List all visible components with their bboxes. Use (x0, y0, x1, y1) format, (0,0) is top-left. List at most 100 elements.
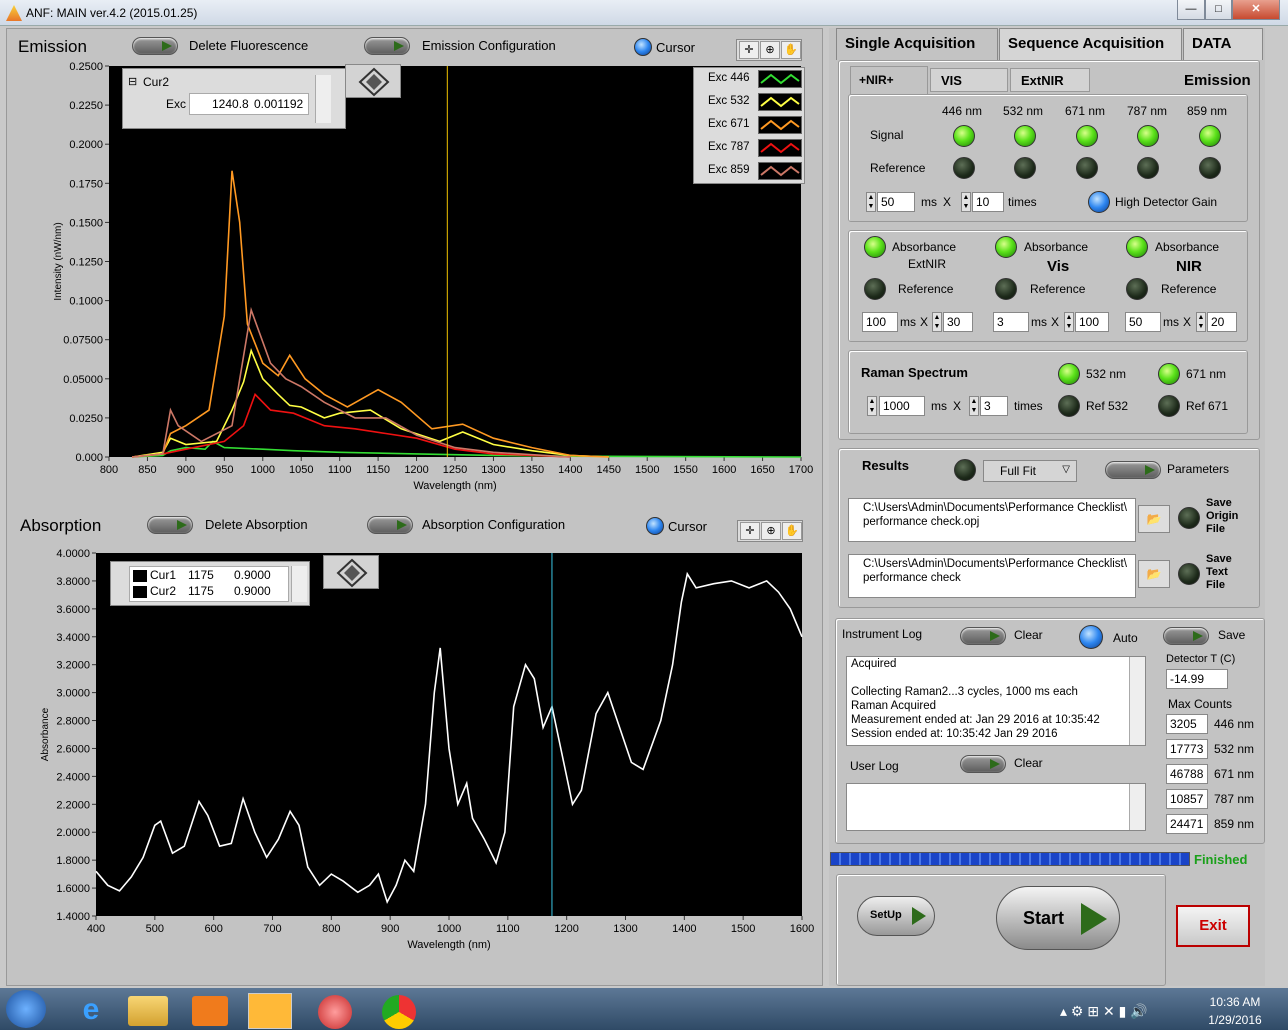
start-button[interactable]: Start (996, 886, 1120, 950)
absorbance-extnir-ms[interactable]: 100 (862, 312, 898, 332)
signal-led-532[interactable] (1014, 125, 1036, 147)
folder-icon[interactable]: 📂 (1138, 560, 1170, 588)
exit-button[interactable]: Exit (1176, 905, 1250, 947)
internet-explorer-icon[interactable]: e (68, 993, 114, 1029)
maximize-button[interactable]: □ (1205, 0, 1232, 20)
subtab-vis[interactable]: VIS (930, 68, 1008, 92)
absorbance-vis-spinner[interactable]: ▲ ▼ (1064, 312, 1074, 332)
legend-item[interactable]: Exc 787 (708, 141, 750, 153)
cursor-table-scrollbar[interactable] (315, 75, 331, 123)
absorbance-nir-x[interactable]: 20 (1207, 312, 1237, 332)
signal-led-859[interactable] (1199, 125, 1221, 147)
tree-expand-icon[interactable]: ⊟ (128, 75, 137, 88)
user-log-scrollbar[interactable] (1129, 784, 1145, 830)
cursor-table-scrollbar[interactable] (291, 566, 307, 602)
legend-item[interactable]: Exc 859 (708, 164, 750, 176)
tray-icons[interactable]: ▴ ⚙ ⊞ ✕ ▮ 🔊 (1060, 1003, 1148, 1020)
legend-item[interactable]: Exc 671 (708, 118, 750, 130)
signal-led-446[interactable] (953, 125, 975, 147)
absorbance-vis-ref-led[interactable] (995, 278, 1017, 300)
absorbance-nir-ms[interactable]: 50 (1125, 312, 1161, 332)
high-gain-led[interactable] (1088, 191, 1110, 213)
chrome-icon[interactable] (382, 995, 416, 1029)
auto-led[interactable] (1079, 625, 1103, 649)
raman-ms-spinner[interactable]: ▲ ▼ (867, 396, 877, 416)
raman-times-spinner[interactable]: ▲ ▼ (969, 396, 979, 416)
subtab-extnir[interactable]: ExtNIR (1010, 68, 1090, 92)
absorbance-vis-x[interactable]: 100 (1075, 312, 1109, 332)
start-menu-icon[interactable] (6, 990, 46, 1028)
tab-single-acquisition[interactable]: Single Acquisition (836, 28, 998, 60)
close-button[interactable]: ✕ (1232, 0, 1280, 20)
user-log-clear-toggle[interactable] (960, 755, 1006, 773)
cursor-move-icon[interactable] (345, 64, 401, 98)
origin-path-field[interactable]: C:\Users\Admin\Documents\Performance Che… (848, 498, 1136, 542)
crosshair-icon[interactable]: ✛ (739, 41, 759, 59)
fit-dropdown[interactable]: Full Fit ▽ (983, 460, 1077, 482)
instrument-log-box[interactable]: Acquired Collecting Raman2...3 cycles, 1… (846, 656, 1146, 746)
anf-app-icon[interactable] (248, 993, 292, 1029)
raman-times-input[interactable]: 3 (980, 396, 1008, 416)
absorbance-extnir-ref-led[interactable] (864, 278, 886, 300)
log-save-toggle[interactable] (1163, 627, 1209, 645)
absorbance-extnir-x[interactable]: 30 (943, 312, 973, 332)
signal-led-671[interactable] (1076, 125, 1098, 147)
text-path-field[interactable]: C:\Users\Admin\Documents\Performance Che… (848, 554, 1136, 598)
user-log-box[interactable] (846, 783, 1146, 831)
raman-532-led[interactable] (1058, 363, 1080, 385)
setup-button[interactable]: SetUp (857, 896, 935, 936)
absorbance-vis-ms[interactable]: 3 (993, 312, 1029, 332)
absorbance-nir-led[interactable] (1126, 236, 1148, 258)
media-player-icon[interactable] (192, 996, 228, 1026)
raman-ref671-led[interactable] (1158, 395, 1180, 417)
signal-led-787[interactable] (1137, 125, 1159, 147)
emission-configuration-toggle[interactable] (364, 37, 410, 55)
tab-data[interactable]: DATA (1183, 28, 1263, 60)
subtab-nir[interactable]: +NIR+ (850, 66, 928, 94)
save-text-led[interactable] (1178, 563, 1200, 585)
reference-led-787[interactable] (1137, 157, 1159, 179)
raman-ref532-led[interactable] (1058, 395, 1080, 417)
emission-times-input[interactable]: 10 (972, 192, 1004, 212)
reference-led-532[interactable] (1014, 157, 1036, 179)
hand-pan-icon[interactable]: ✋ (782, 522, 802, 540)
hand-pan-icon[interactable]: ✋ (781, 41, 801, 59)
absorbance-nir-spinner[interactable]: ▲ ▼ (1196, 312, 1206, 332)
legend-item[interactable]: Exc 446 (708, 72, 750, 84)
file-explorer-icon[interactable] (128, 996, 168, 1026)
zoom-icon[interactable]: ⊕ (761, 522, 781, 540)
reference-led-671[interactable] (1076, 157, 1098, 179)
emission-times-spinner[interactable]: ▲ ▼ (961, 192, 971, 212)
save-origin-led[interactable] (1178, 507, 1200, 529)
absorption-graph[interactable]: 400 500 600 700 800 900 1000 1100 1200 1300 1400 15… (14, 545, 819, 960)
emission-cursor-led[interactable] (634, 38, 652, 56)
raman-671-led[interactable] (1158, 363, 1180, 385)
emission-ms-spinner[interactable]: ▲ ▼ (866, 192, 876, 212)
log-clear-toggle[interactable] (960, 627, 1006, 645)
plot-area[interactable] (96, 553, 802, 916)
absorption-configuration-toggle[interactable] (367, 516, 413, 534)
absorbance-extnir-spinner[interactable]: ▲ ▼ (932, 312, 942, 332)
absorbance-vis-led[interactable] (995, 236, 1017, 258)
raman-ms-input[interactable]: 1000 (879, 396, 925, 416)
absorption-cursor-led[interactable] (646, 517, 664, 535)
reference-led-859[interactable] (1199, 157, 1221, 179)
parameters-toggle[interactable] (1105, 461, 1161, 479)
results-led[interactable] (954, 459, 976, 481)
clock[interactable]: 10:36 AM 1/29/2016 (1200, 995, 1270, 1027)
crosshair-icon[interactable]: ✛ (740, 522, 760, 540)
reference-led-446[interactable] (953, 157, 975, 179)
folder-icon[interactable]: 📂 (1138, 505, 1170, 533)
zoom-icon[interactable]: ⊕ (760, 41, 780, 59)
cursor-move-icon[interactable] (323, 555, 379, 589)
app-circle-icon[interactable] (318, 995, 352, 1029)
delete-fluorescence-toggle[interactable] (132, 37, 178, 55)
delete-absorption-toggle[interactable] (147, 516, 193, 534)
tab-sequence-acquisition[interactable]: Sequence Acquisition (999, 28, 1182, 60)
absorbance-extnir-led[interactable] (864, 236, 886, 258)
log-scrollbar[interactable] (1129, 657, 1145, 745)
absorbance-nir-ref-led[interactable] (1126, 278, 1148, 300)
legend-item[interactable]: Exc 532 (708, 95, 750, 107)
emission-ms-input[interactable]: 50 (877, 192, 915, 212)
minimize-button[interactable]: — (1177, 0, 1205, 20)
